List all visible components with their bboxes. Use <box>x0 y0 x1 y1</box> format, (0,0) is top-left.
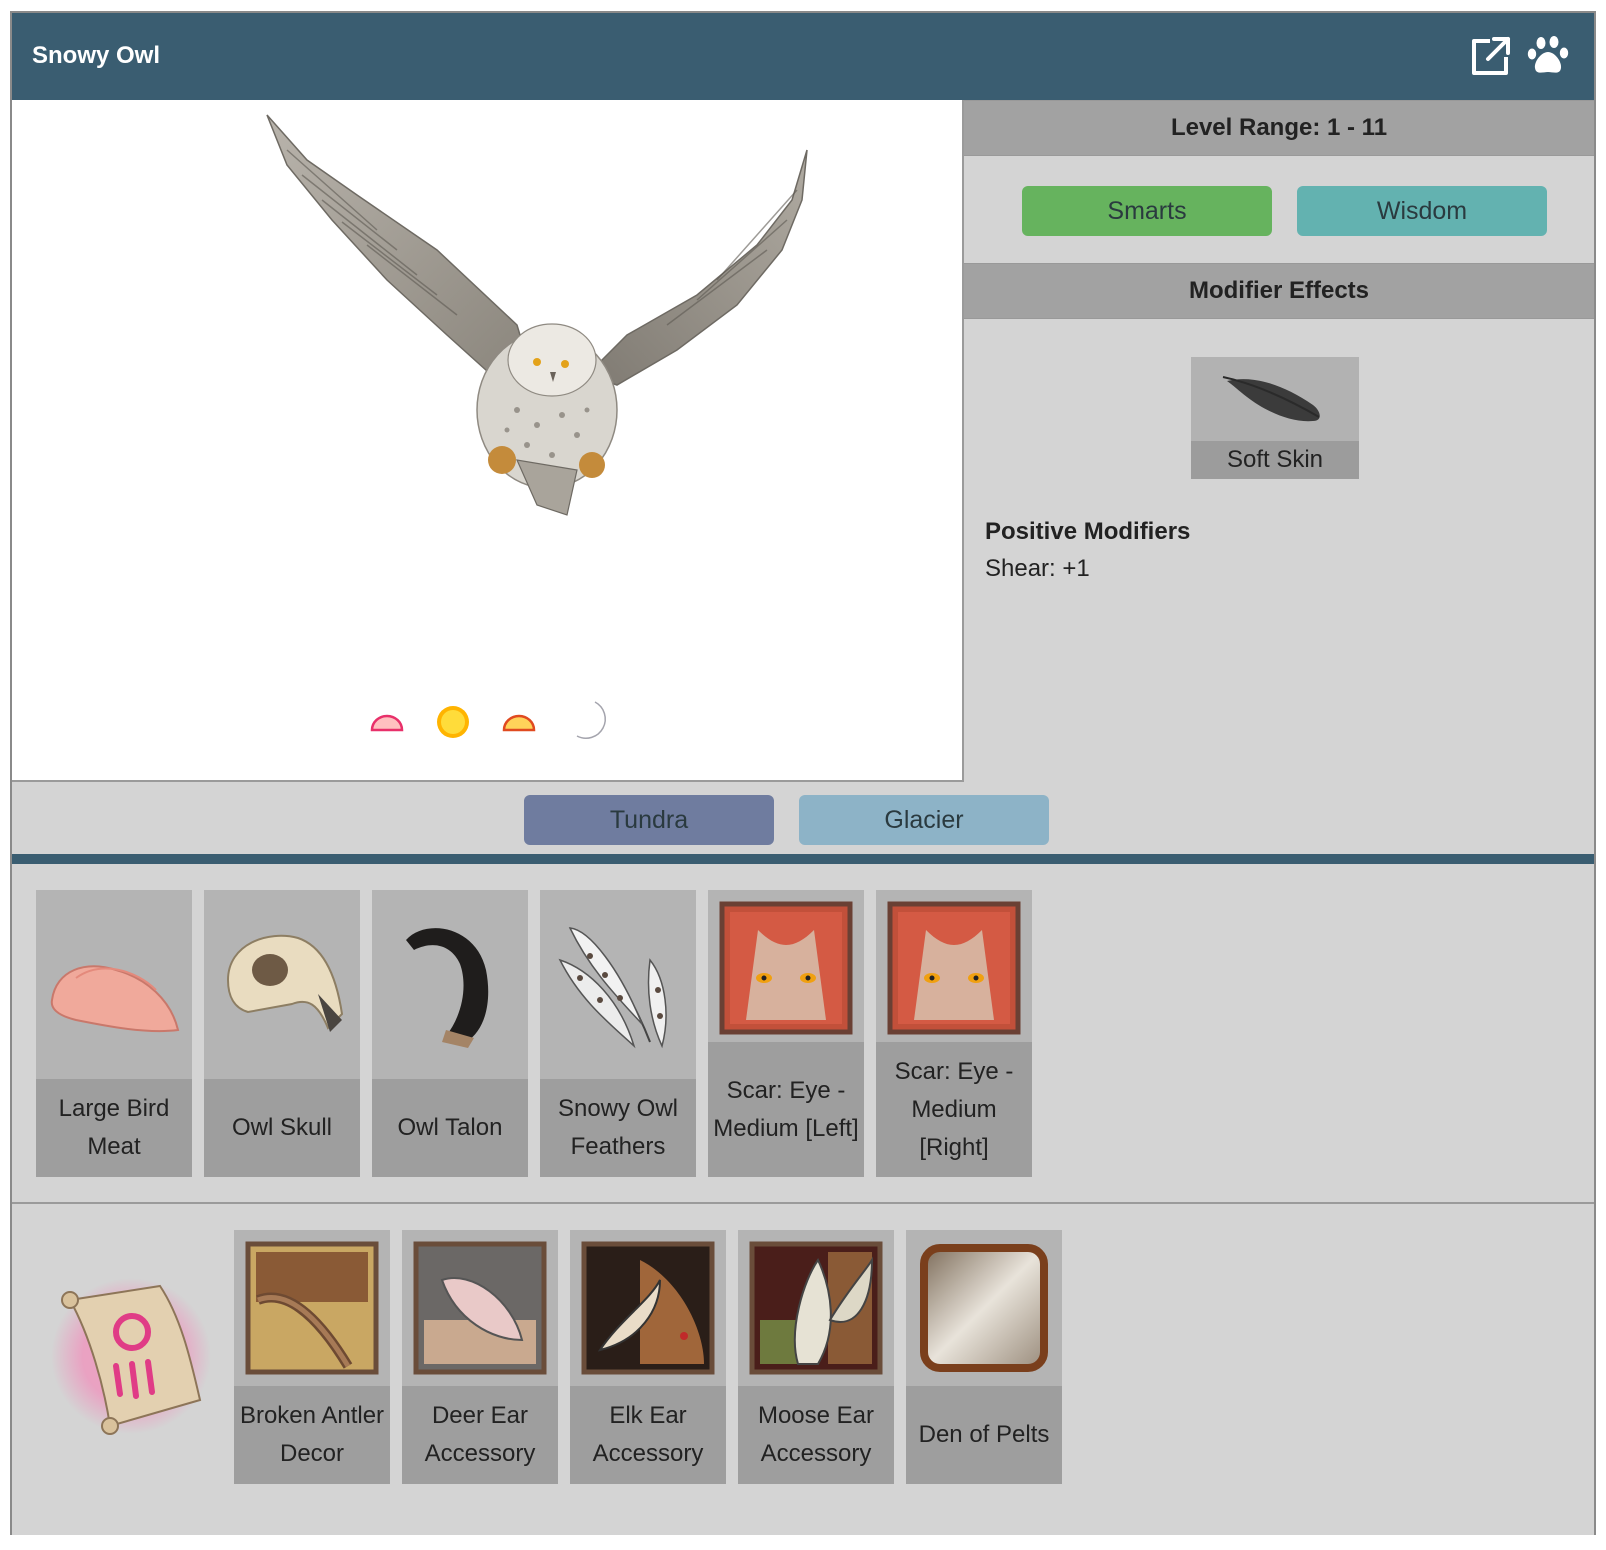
day-icon <box>437 706 469 738</box>
reward-label: Den of Pelts <box>906 1386 1062 1484</box>
deer-ear-icon <box>413 1241 547 1375</box>
reward-broken-antler-decor[interactable]: Broken Antler Decor <box>234 1230 390 1484</box>
elk-ear-icon <box>581 1241 715 1375</box>
positive-modifier-shear: Shear: +1 <box>985 555 1090 582</box>
drop-large-bird-meat[interactable]: Large Bird Meat <box>36 890 192 1177</box>
reward-moose-ear-accessory[interactable]: Moose Ear Accessory <box>738 1230 894 1484</box>
top-section: Level Range: 1 - 11 Smarts Wisdom Modifi… <box>12 100 1594 784</box>
drop-label: Scar: Eye - Medium [Left] <box>708 1042 864 1177</box>
talon-icon <box>406 928 489 1048</box>
effect-label: Soft Skin <box>1191 441 1359 479</box>
card-header: Snowy Owl <box>12 13 1594 100</box>
reward-deer-ear-accessory[interactable]: Deer Ear Accessory <box>402 1230 558 1484</box>
antler-decor-icon <box>245 1241 379 1375</box>
reward-label: Deer Ear Accessory <box>402 1386 558 1484</box>
external-link-icon[interactable] <box>1468 35 1512 79</box>
snowy-owl-image <box>266 114 808 516</box>
reward-elk-ear-accessory[interactable]: Elk Ear Accessory <box>570 1230 726 1484</box>
drop-owl-talon[interactable]: Owl Talon <box>372 890 528 1177</box>
creature-image-panel <box>12 100 964 782</box>
drop-label: Scar: Eye - Medium [Right] <box>876 1042 1032 1177</box>
time-of-day-icons <box>370 701 606 739</box>
den-pelts-icon <box>920 1244 1048 1372</box>
reward-label: Moose Ear Accessory <box>738 1386 894 1484</box>
modifier-effects-title: Modifier Effects <box>964 263 1594 319</box>
drop-label: Owl Talon <box>372 1079 528 1177</box>
skull-icon <box>226 934 344 1032</box>
stat-smarts[interactable]: Smarts <box>1022 186 1272 236</box>
drops-section: Large Bird Meat Owl Skull Owl Talon Snow… <box>12 864 1594 1204</box>
drop-scar-eye-left[interactable]: Scar: Eye - Medium [Left] <box>708 890 864 1177</box>
paw-icon[interactable] <box>1527 35 1571 79</box>
effect-soft-skin[interactable]: Soft Skin <box>1191 357 1359 479</box>
drop-label: Snowy Owl Feathers <box>540 1079 696 1177</box>
moose-ear-icon <box>749 1241 883 1375</box>
quest-scroll-icon[interactable] <box>50 1276 212 1436</box>
creature-title: Snowy Owl <box>32 42 161 69</box>
scar-eye-icon <box>887 901 1021 1035</box>
scar-eye-icon <box>719 901 853 1035</box>
dusk-icon <box>502 714 536 732</box>
meat-icon <box>50 965 180 1033</box>
biome-tundra[interactable]: Tundra <box>524 795 774 845</box>
creature-card: Snowy Owl Level Range: 1 - 11 Smarts Wis… <box>10 11 1596 1535</box>
biome-bar: Tundra Glacier <box>12 782 1594 864</box>
drop-snowy-owl-feathers[interactable]: Snowy Owl Feathers <box>540 890 696 1177</box>
reward-label: Elk Ear Accessory <box>570 1386 726 1484</box>
drop-label: Large Bird Meat <box>36 1079 192 1177</box>
night-icon <box>576 701 606 739</box>
level-range: Level Range: 1 - 11 <box>964 100 1594 156</box>
feathers-icon <box>558 927 667 1049</box>
reward-den-of-pelts[interactable]: Den of Pelts <box>906 1230 1062 1484</box>
feather-icon <box>1222 376 1320 422</box>
rewards-section: Broken Antler Decor Deer Ear Accessory E… <box>12 1204 1594 1535</box>
info-panel: Level Range: 1 - 11 Smarts Wisdom Modifi… <box>964 100 1594 784</box>
drop-owl-skull[interactable]: Owl Skull <box>204 890 360 1177</box>
drop-scar-eye-right[interactable]: Scar: Eye - Medium [Right] <box>876 890 1032 1177</box>
positive-modifiers-title: Positive Modifiers <box>985 518 1191 545</box>
dawn-icon <box>370 714 404 732</box>
reward-label: Broken Antler Decor <box>234 1386 390 1484</box>
biome-glacier[interactable]: Glacier <box>799 795 1049 845</box>
drop-label: Owl Skull <box>204 1079 360 1177</box>
stat-wisdom[interactable]: Wisdom <box>1297 186 1547 236</box>
